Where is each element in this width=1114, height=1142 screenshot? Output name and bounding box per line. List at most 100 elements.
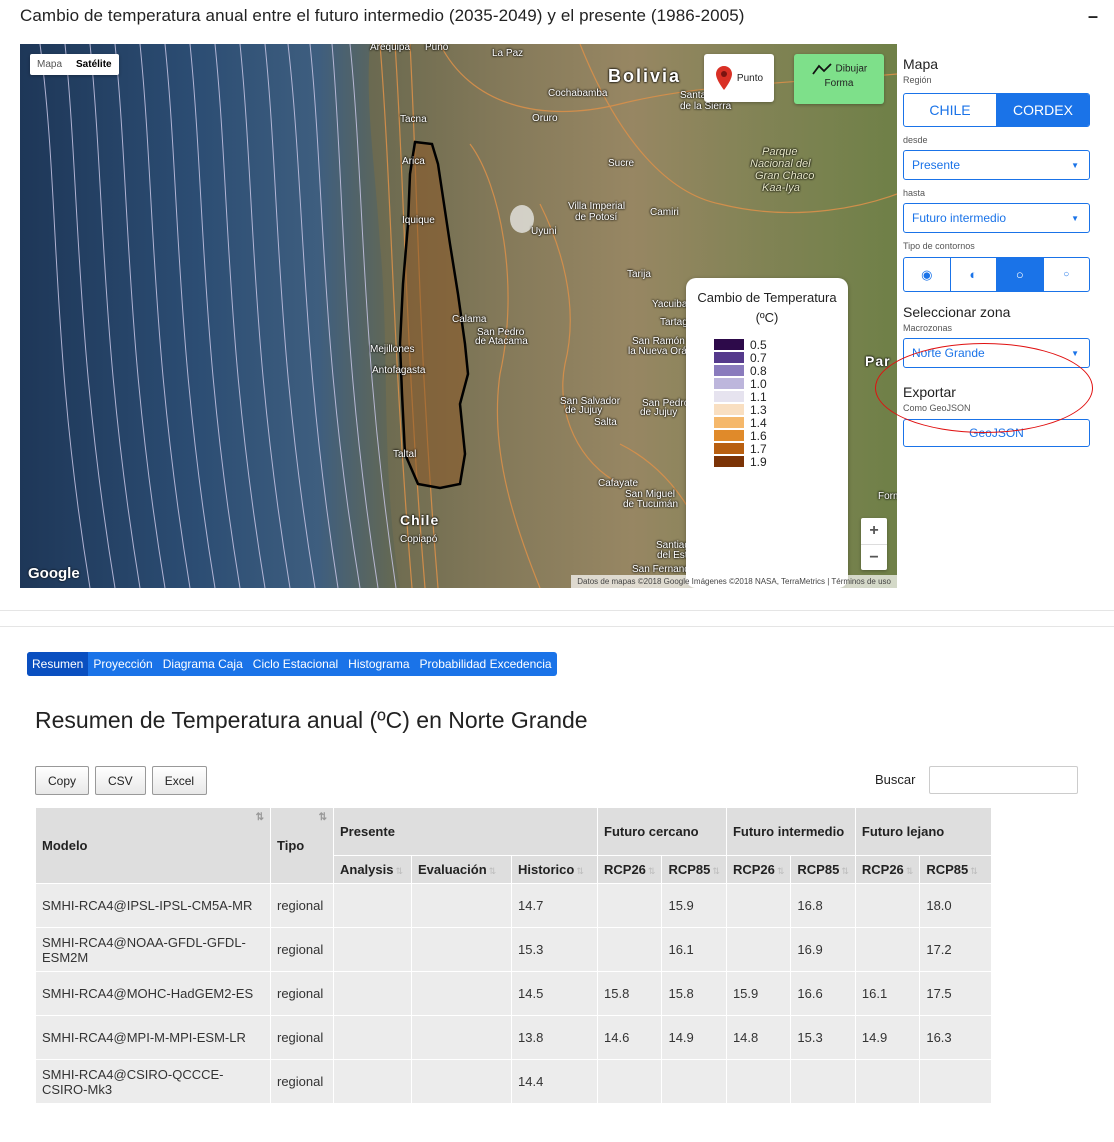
- cell-analysis: [333, 1059, 412, 1104]
- punto-button[interactable]: Punto: [704, 54, 774, 102]
- place-label: Chile: [400, 512, 440, 528]
- place-label: Arica: [402, 156, 425, 167]
- place-label: Yacuiba: [652, 299, 688, 310]
- place-label: Arequipa: [370, 44, 411, 53]
- column-header-modelo[interactable]: ⇅ Modelo: [35, 807, 271, 884]
- tab-probabilidad-excedencia[interactable]: Probabilidad Excedencia: [415, 652, 557, 676]
- legend-title: Cambio de Temperatura (ºC): [697, 290, 837, 325]
- legend-label: 1.0: [750, 376, 767, 391]
- forma-label: Forma: [824, 77, 854, 89]
- legend-item: 0.8: [714, 364, 838, 378]
- cell-modelo: SMHI-RCA4@NOAA-GFDL-GFDL-ESM2M: [35, 927, 271, 972]
- column-header-rcp85[interactable]: RCP85 ⇅: [919, 855, 993, 884]
- cell-i85: 16.6: [790, 971, 856, 1016]
- dibujar-label: Dibujar: [835, 63, 868, 75]
- search-input[interactable]: [929, 766, 1078, 794]
- column-header-tipo[interactable]: ⇅ Tipo: [270, 807, 334, 884]
- cell-tipo: regional: [270, 971, 334, 1016]
- column-header-rcp26[interactable]: RCP26 ⇅: [854, 855, 921, 884]
- map-legend: Cambio de Temperatura (ºC) 0.5 0.7 0.8 1.0 1…: [686, 278, 848, 588]
- column-header-rcp26[interactable]: RCP26 ⇅: [596, 855, 663, 884]
- cell-l85: 18.0: [919, 883, 993, 928]
- place-label: Iquique: [402, 215, 435, 226]
- legend-item: 1.9: [714, 454, 838, 469]
- region-label: Región: [903, 75, 932, 85]
- zoom-out-button[interactable]: −: [861, 544, 887, 570]
- sort-icon: ⇅: [395, 866, 404, 876]
- place-label: de Atacama: [475, 336, 528, 347]
- contour-type-toggle: ◉ ◐ ○ ○: [903, 257, 1090, 292]
- cell-evaluacion: [411, 971, 512, 1016]
- column-header-rcp85[interactable]: RCP85 ⇅: [661, 855, 727, 884]
- cell-l26: [854, 927, 921, 972]
- cell-analysis: [333, 883, 412, 928]
- cell-i26: 15.9: [725, 971, 792, 1016]
- collapse-button[interactable]: –: [1088, 6, 1098, 27]
- hasta-label: hasta: [903, 188, 926, 198]
- place-label: Kaa-Iya: [762, 182, 800, 194]
- sort-icon: ⇅: [255, 812, 264, 823]
- table-row: SMHI-RCA4@MOHC-HadGEM2-ES regional 14.5 15.…: [35, 971, 993, 1016]
- cell-tipo: regional: [270, 1015, 334, 1060]
- zoom-in-button[interactable]: +: [861, 518, 887, 544]
- legend-label: 1.4: [750, 415, 767, 430]
- cell-l26: [854, 1059, 921, 1104]
- column-header-historico[interactable]: Historico ⇅: [511, 855, 598, 884]
- sort-icon: ⇅: [576, 866, 584, 876]
- summary-table: ⇅ Modelo ⇅ Tipo Presente Futuro cercano …: [35, 807, 993, 1104]
- card-title: Cambio de temperatura anual entre el fut…: [20, 6, 745, 25]
- tab-ciclo-estacional[interactable]: Ciclo Estacional: [248, 652, 343, 676]
- legend-label: 1.9: [750, 454, 767, 469]
- sort-icon: ⇅: [905, 866, 914, 876]
- column-header-rcp85[interactable]: RCP85 ⇅: [790, 855, 856, 884]
- place-label: Puno: [425, 44, 449, 53]
- place-label: Sucre: [608, 158, 635, 169]
- tab-proyeccion[interactable]: Proyección: [88, 652, 157, 676]
- place-label: Oruro: [532, 113, 558, 124]
- column-header-analysis[interactable]: Analysis ⇅: [333, 855, 412, 884]
- place-label: Gran Chaco: [755, 170, 815, 182]
- cell-analysis: [333, 927, 412, 972]
- highlight-ellipse: [875, 343, 1093, 433]
- contour-line-icon[interactable]: ○: [996, 258, 1043, 291]
- cell-c26: 15.8: [596, 971, 663, 1016]
- hasta-select[interactable]: Futuro intermedio ▼: [903, 203, 1090, 233]
- copy-button[interactable]: Copy: [35, 766, 90, 795]
- tab-histograma[interactable]: Histograma: [343, 652, 414, 676]
- contour-half-icon[interactable]: ◐: [949, 258, 997, 291]
- legend-item: 1.4: [714, 415, 838, 430]
- map-type-mapa[interactable]: Mapa: [30, 54, 69, 75]
- legend-swatch: [714, 417, 744, 428]
- cell-modelo: SMHI-RCA4@IPSL-IPSL-CM5A-MR: [35, 883, 271, 928]
- tab-diagrama-caja[interactable]: Diagrama Caja: [158, 652, 248, 676]
- cell-evaluacion: [411, 1059, 512, 1104]
- map-attribution[interactable]: Datos de mapas ©2018 Google Imágenes ©20…: [571, 575, 897, 588]
- excel-button[interactable]: Excel: [151, 766, 208, 795]
- seleccionar-zona-heading: Seleccionar zona: [903, 304, 1011, 320]
- desde-select[interactable]: Presente ▼: [903, 150, 1090, 180]
- tab-resumen[interactable]: Resumen: [27, 652, 89, 676]
- column-header-rcp26[interactable]: RCP26 ⇅: [725, 855, 792, 884]
- cell-c26: [596, 883, 663, 928]
- legend-swatch: [714, 378, 744, 389]
- contour-filled-icon[interactable]: ◉: [904, 258, 950, 291]
- cell-c26: [596, 927, 663, 972]
- cell-c26: [596, 1059, 663, 1104]
- region-option-chile[interactable]: CHILE: [904, 94, 996, 126]
- legend-label: 1.3: [750, 402, 767, 417]
- header-label: RCP85: [926, 862, 969, 877]
- contour-none-icon[interactable]: ○: [1042, 258, 1090, 291]
- table-row: SMHI-RCA4@MPI-M-MPI-ESM-LR regional 13.8 14…: [35, 1015, 993, 1060]
- column-header-evaluación[interactable]: Evaluación ⇅: [411, 855, 512, 884]
- csv-button[interactable]: CSV: [95, 766, 146, 795]
- map-type-satelite[interactable]: Satélite: [69, 54, 119, 75]
- cell-i26: 14.8: [725, 1015, 792, 1060]
- map[interactable]: Mapa Satélite Arequipa Puno La Paz Boliv…: [20, 44, 897, 588]
- cell-c85: 15.8: [661, 971, 727, 1016]
- map-pin-icon: [715, 66, 732, 90]
- place-label: de Jujuy: [565, 405, 603, 416]
- place-label: Salta: [594, 417, 617, 428]
- region-option-cordex[interactable]: CORDEX: [996, 94, 1089, 126]
- header-label: RCP85: [668, 862, 711, 877]
- dibujar-forma-button[interactable]: Dibujar Forma: [794, 54, 884, 104]
